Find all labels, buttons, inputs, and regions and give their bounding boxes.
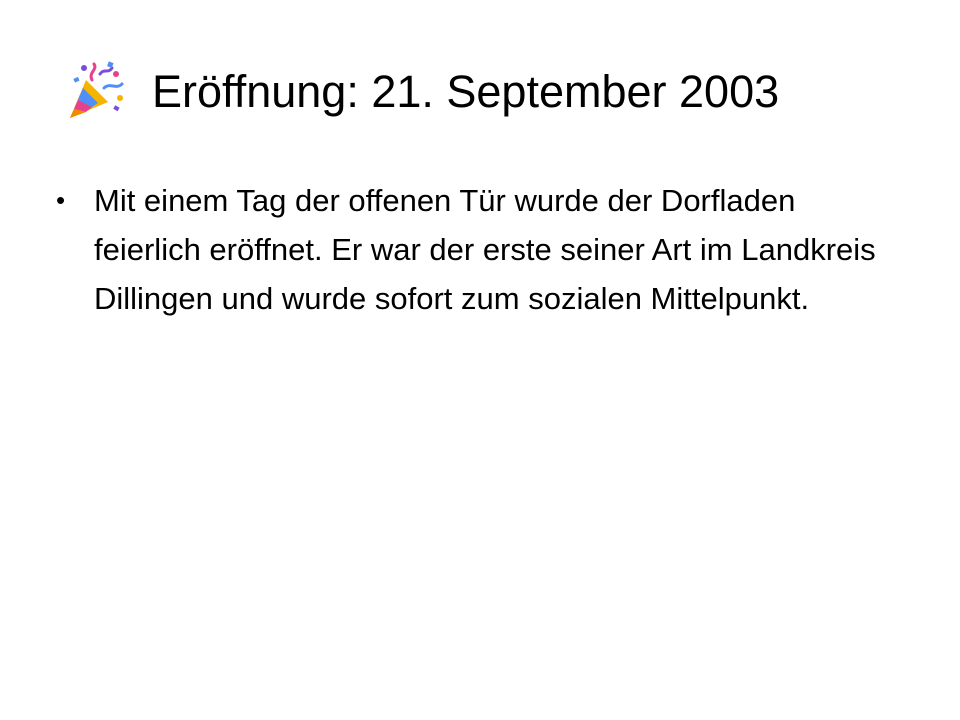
slide-title: Eröffnung: 21. September 2003 xyxy=(152,66,780,118)
slide: Eröffnung: 21. September 2003 • Mit eine… xyxy=(0,0,960,720)
list-item: • Mit einem Tag der offenen Tür wurde de… xyxy=(56,176,886,323)
party-popper-icon xyxy=(70,61,124,118)
bullet-text: Mit einem Tag der offenen Tür wurde der … xyxy=(94,183,876,316)
bullet-list: • Mit einem Tag der offenen Tür wurde de… xyxy=(56,176,886,323)
bullet-marker: • xyxy=(56,185,66,215)
title-row: Eröffnung: 21. September 2003 xyxy=(64,52,924,132)
